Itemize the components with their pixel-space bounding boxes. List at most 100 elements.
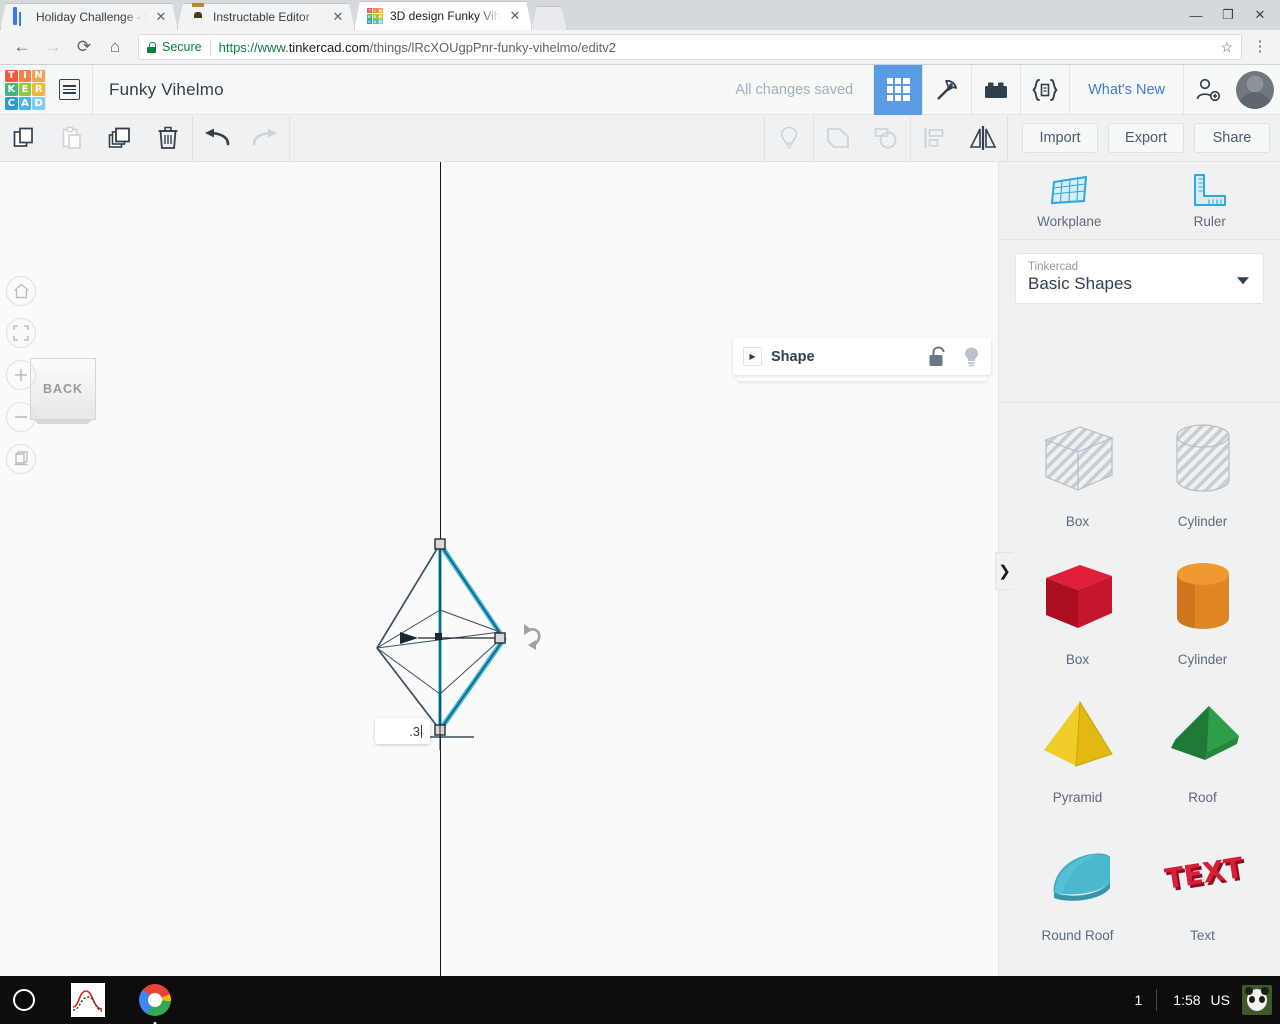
export-button[interactable]: Export (1108, 123, 1184, 153)
box-solid-icon (1045, 564, 1112, 628)
browser-tab[interactable]: Instructable Editor ✕ (177, 3, 355, 30)
scale-handle-right (494, 632, 506, 644)
plus-icon (15, 369, 27, 381)
shape-item-pyramid[interactable]: Pyramid (1015, 677, 1140, 815)
home-icon (13, 283, 29, 299)
workplane-tool[interactable]: Workplane (999, 162, 1140, 239)
shape-item-sphere[interactable]: Sphere (1015, 953, 1140, 976)
project-menu-button[interactable] (46, 65, 92, 115)
input-locale[interactable]: US (1211, 992, 1242, 1008)
grid-view-button[interactable] (873, 64, 923, 115)
instructables-robot-icon (190, 9, 206, 25)
panda-avatar[interactable] (1242, 985, 1272, 1015)
shape-label: Roof (1188, 790, 1217, 805)
perspective-toggle-button[interactable] (6, 444, 36, 474)
bookmark-star-icon[interactable]: ☆ (1220, 39, 1233, 56)
shape-panel[interactable]: ▶ Shape (733, 338, 991, 375)
ruler-icon (1193, 174, 1226, 206)
pickaxe-button[interactable] (922, 64, 971, 115)
tab-close-icon[interactable]: ✕ (507, 8, 523, 24)
shape-item-round-roof[interactable]: Round Roof (1015, 815, 1140, 953)
cylinder-solid-icon (1176, 562, 1229, 629)
duplicate-icon (108, 127, 130, 148)
grid-icon (886, 78, 910, 101)
dimension-input[interactable]: .3 (375, 718, 430, 744)
document-blue-icon (13, 9, 29, 25)
delete-button[interactable] (144, 115, 192, 162)
shape-item-box[interactable]: Box (1015, 539, 1140, 677)
list-icon (58, 79, 80, 100)
svg-text:TEXT: TEXT (1162, 850, 1245, 895)
shape-panel-shadow (737, 375, 987, 381)
zoom-out-button[interactable] (6, 402, 36, 432)
notification-count[interactable]: 1 (1121, 992, 1157, 1008)
shape-item-roof[interactable]: Roof (1140, 677, 1265, 815)
minimize-button[interactable]: — (1180, 0, 1212, 30)
chrome-icon[interactable] (139, 984, 171, 1024)
home-view-button[interactable] (6, 276, 36, 306)
page-title[interactable]: Funky Vihelmo (109, 80, 224, 100)
sphere-thumbnail (1015, 953, 1140, 976)
zoom-in-button[interactable] (6, 360, 36, 390)
fit-all-button[interactable] (6, 318, 36, 348)
clock[interactable]: 1:58 (1157, 992, 1210, 1008)
copy-icon (13, 127, 33, 147)
home-icon[interactable]: ⌂ (101, 33, 129, 61)
duplicate-button[interactable] (96, 115, 144, 162)
group-icon (827, 128, 849, 148)
unlock-icon[interactable] (928, 346, 946, 367)
graph-app-icon[interactable] (71, 983, 105, 1017)
paste-button (48, 115, 96, 162)
undo-button[interactable] (193, 115, 241, 162)
browser-toolbar: ← → ⟳ ⌂ Secure https://www. tinkercad.com… (0, 30, 1280, 65)
code-blocks-button[interactable] (1020, 64, 1069, 115)
close-window-button[interactable]: ✕ (1244, 0, 1276, 30)
sidebar-tools: Workplane Ruler (999, 162, 1280, 240)
lightbulb-icon (780, 126, 798, 149)
tinkercad-logo-icon[interactable]: TIN KER CAD (5, 69, 45, 110)
shape-label: Box (1065, 514, 1090, 529)
address-bar[interactable]: Secure https://www. tinkercad.com/things/… (138, 34, 1242, 60)
shape-library-select[interactable]: Tinkercad Basic Shapes (1015, 253, 1264, 304)
add-person-button[interactable] (1183, 64, 1232, 115)
text-thumbnail: TEXT TEXT (1140, 815, 1265, 928)
tab-close-icon[interactable]: ✕ (330, 9, 346, 25)
maximize-button[interactable]: ❐ (1212, 0, 1244, 30)
reload-icon[interactable]: ⟳ (70, 33, 98, 61)
new-tab-button[interactable] (531, 6, 567, 30)
copy-button[interactable] (0, 115, 48, 162)
view-cube[interactable]: BACK (30, 358, 96, 420)
shape-panel-expand-caret-icon[interactable]: ▶ (743, 347, 762, 366)
chrome-menu-icon[interactable]: ⋮ (1248, 39, 1272, 54)
shape-item-cylinder[interactable]: Cylinder (1140, 539, 1265, 677)
collapse-sidebar-handle[interactable]: ❯ (995, 552, 1013, 590)
user-avatar[interactable] (1236, 70, 1274, 109)
whats-new-link[interactable]: What's New (1069, 64, 1183, 115)
browser-tab-active[interactable]: TIN KER CAD 3D design Funky Vihelm ✕ (354, 1, 532, 30)
import-button[interactable]: Import (1022, 123, 1098, 153)
share-button[interactable]: Share (1194, 123, 1270, 153)
header-divider (92, 64, 93, 115)
launcher-circle-icon[interactable] (13, 989, 35, 1011)
save-status: All changes saved (735, 81, 854, 98)
shape-item-wedge[interactable]: Wedge (1140, 953, 1265, 976)
ruler-tool[interactable]: Ruler (1140, 162, 1280, 239)
pyramid-icon (1043, 699, 1113, 767)
lego-brick-button[interactable] (971, 64, 1020, 115)
edit-toolbar: Import Export Share (0, 114, 1280, 162)
lightbulb-icon[interactable] (962, 346, 981, 368)
url-host: tinkercad.com (288, 39, 370, 55)
back-icon[interactable]: ← (8, 33, 36, 61)
design-canvas[interactable]: BACK .3 ▶ Shape (0, 162, 998, 976)
workplane-label: Workplane (1037, 214, 1102, 229)
shape-item-text[interactable]: TEXT TEXT Text (1140, 815, 1265, 953)
shape-item-box-hole[interactable]: Box (1015, 403, 1140, 539)
browser-tab[interactable]: Holiday Challenge - Mr. C ✕ (0, 3, 178, 30)
mirror-button[interactable] (959, 115, 1007, 162)
tab-close-icon[interactable]: ✕ (153, 9, 169, 25)
status-area[interactable]: 1 1:58 US (1121, 985, 1280, 1015)
shape-item-cylinder-hole[interactable]: Cylinder (1140, 403, 1265, 539)
omnibox-divider (209, 39, 211, 55)
dimension-value: .3 (409, 723, 420, 739)
shape-label: Round Roof (1041, 928, 1114, 943)
